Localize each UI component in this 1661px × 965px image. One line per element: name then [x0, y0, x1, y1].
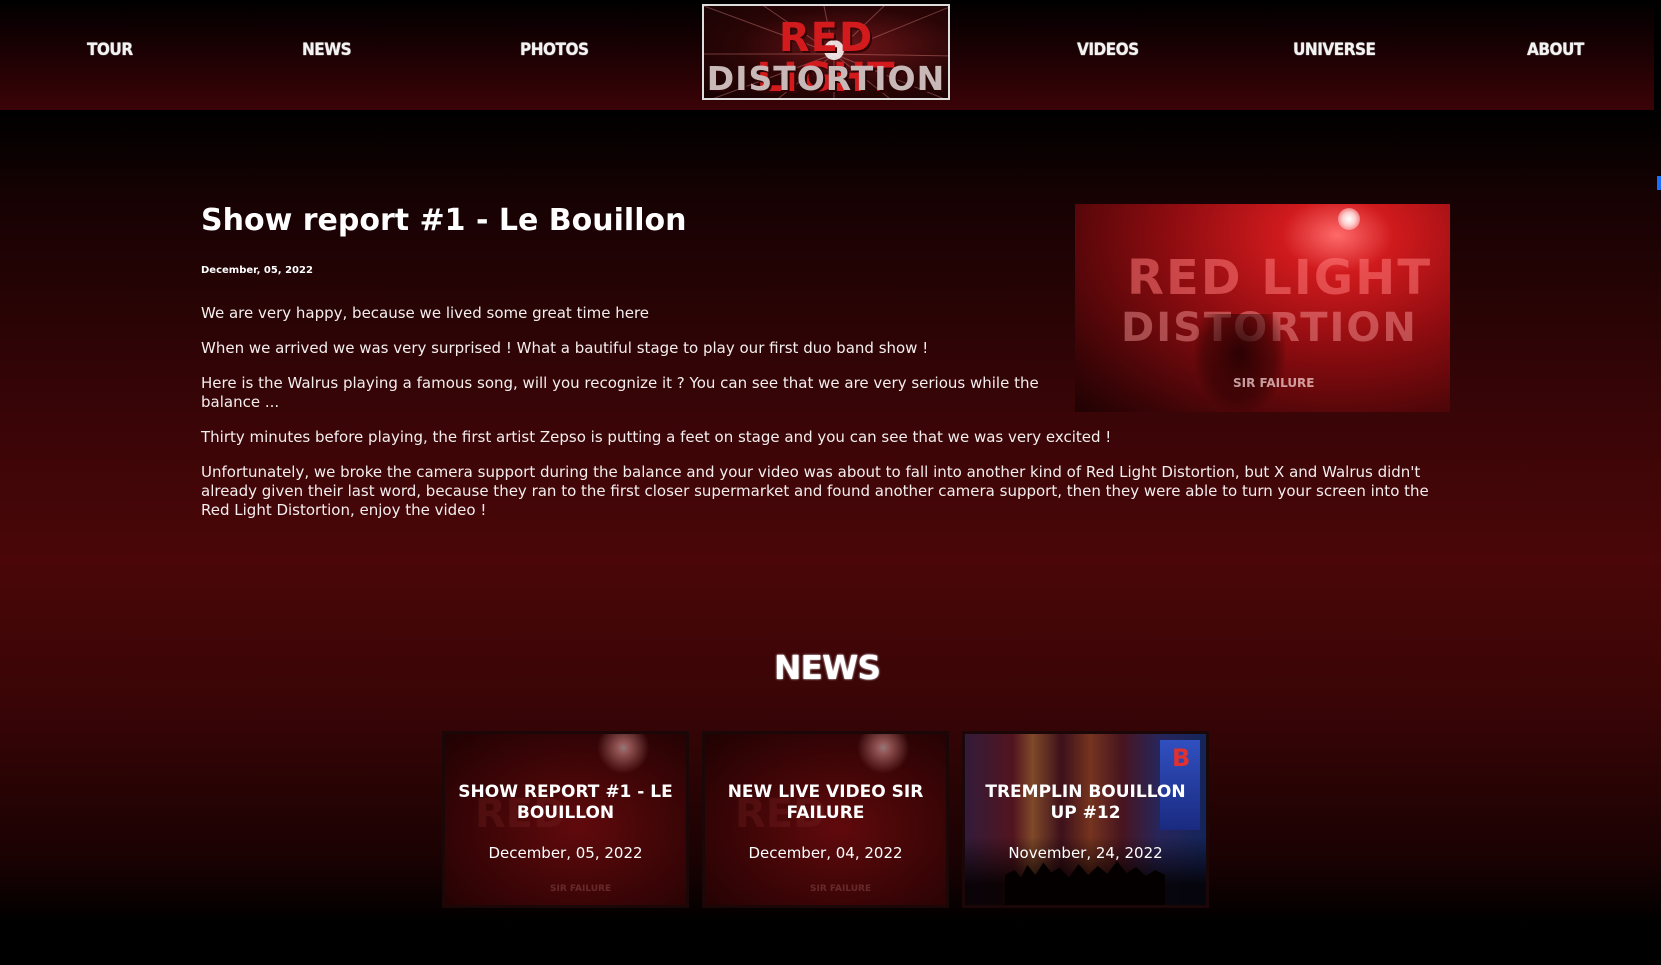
news-card-date: December, 05, 2022: [488, 844, 643, 862]
article-title: Show report #1 - Le Bouillon: [201, 203, 687, 238]
nav-tour[interactable]: TOUR: [87, 40, 133, 60]
crowd-silhouettes: [1005, 861, 1165, 905]
top-navigation: TOUR NEWS PHOTOS RED LIGHT DISTORTION VI…: [0, 0, 1654, 110]
article-photo: RED LIGHT DISTORTION SIR FAILURE: [1075, 204, 1450, 412]
nav-universe[interactable]: UNIVERSE: [1293, 40, 1376, 60]
article-paragraph: Thirty minutes before playing, the first…: [201, 428, 1112, 446]
photo-caption: SIR FAILURE: [1233, 376, 1315, 390]
logo-line-2: DISTORTION: [706, 59, 946, 98]
performer-silhouette: [1195, 314, 1285, 412]
news-card-title: NEW LIVE VIDEO SIR FAILURE: [727, 782, 924, 823]
site-logo[interactable]: RED LIGHT DISTORTION: [702, 4, 950, 100]
article-paragraph: Unfortunately, we broke the camera suppo…: [201, 463, 1429, 519]
news-card[interactable]: B TREMPLIN BOUILLON UP #12 November, 24,…: [962, 731, 1209, 908]
nav-videos[interactable]: VIDEOS: [1077, 40, 1139, 60]
card-image-caption: SIR FAILURE: [550, 884, 612, 894]
news-card-date: December, 04, 2022: [748, 844, 903, 862]
stage-spotlight: [1338, 208, 1360, 230]
news-heading: NEWS: [773, 648, 881, 687]
news-card-title: SHOW REPORT #1 - LE BOUILLON: [458, 782, 673, 823]
news-card[interactable]: RED SIR FAILURE NEW LIVE VIDEO SIR FAILU…: [702, 731, 949, 908]
venue-sign-letter: B: [1172, 744, 1191, 772]
news-card-date: November, 24, 2022: [1008, 844, 1163, 862]
article-date: December, 05, 2022: [201, 265, 313, 276]
nav-about[interactable]: ABOUT: [1527, 40, 1584, 60]
article-paragraph: We are very happy, because we lived some…: [201, 304, 650, 322]
news-card[interactable]: RED SIR FAILURE SHOW REPORT #1 - LE BOUI…: [442, 731, 689, 908]
article-paragraph: When we arrived we was very surprised ! …: [201, 339, 929, 357]
news-card-title: TREMPLIN BOUILLON UP #12: [985, 782, 1186, 823]
nav-news[interactable]: NEWS: [302, 40, 352, 60]
photo-backdrop-text: RED LIGHT: [1127, 250, 1433, 306]
card-image-caption: SIR FAILURE: [810, 884, 872, 894]
nav-photos[interactable]: PHOTOS: [520, 40, 589, 60]
article-paragraph: Here is the Walrus playing a famous song…: [201, 374, 1039, 411]
page: TOUR NEWS PHOTOS RED LIGHT DISTORTION VI…: [0, 0, 1661, 965]
scroll-position-indicator[interactable]: [1657, 176, 1661, 190]
